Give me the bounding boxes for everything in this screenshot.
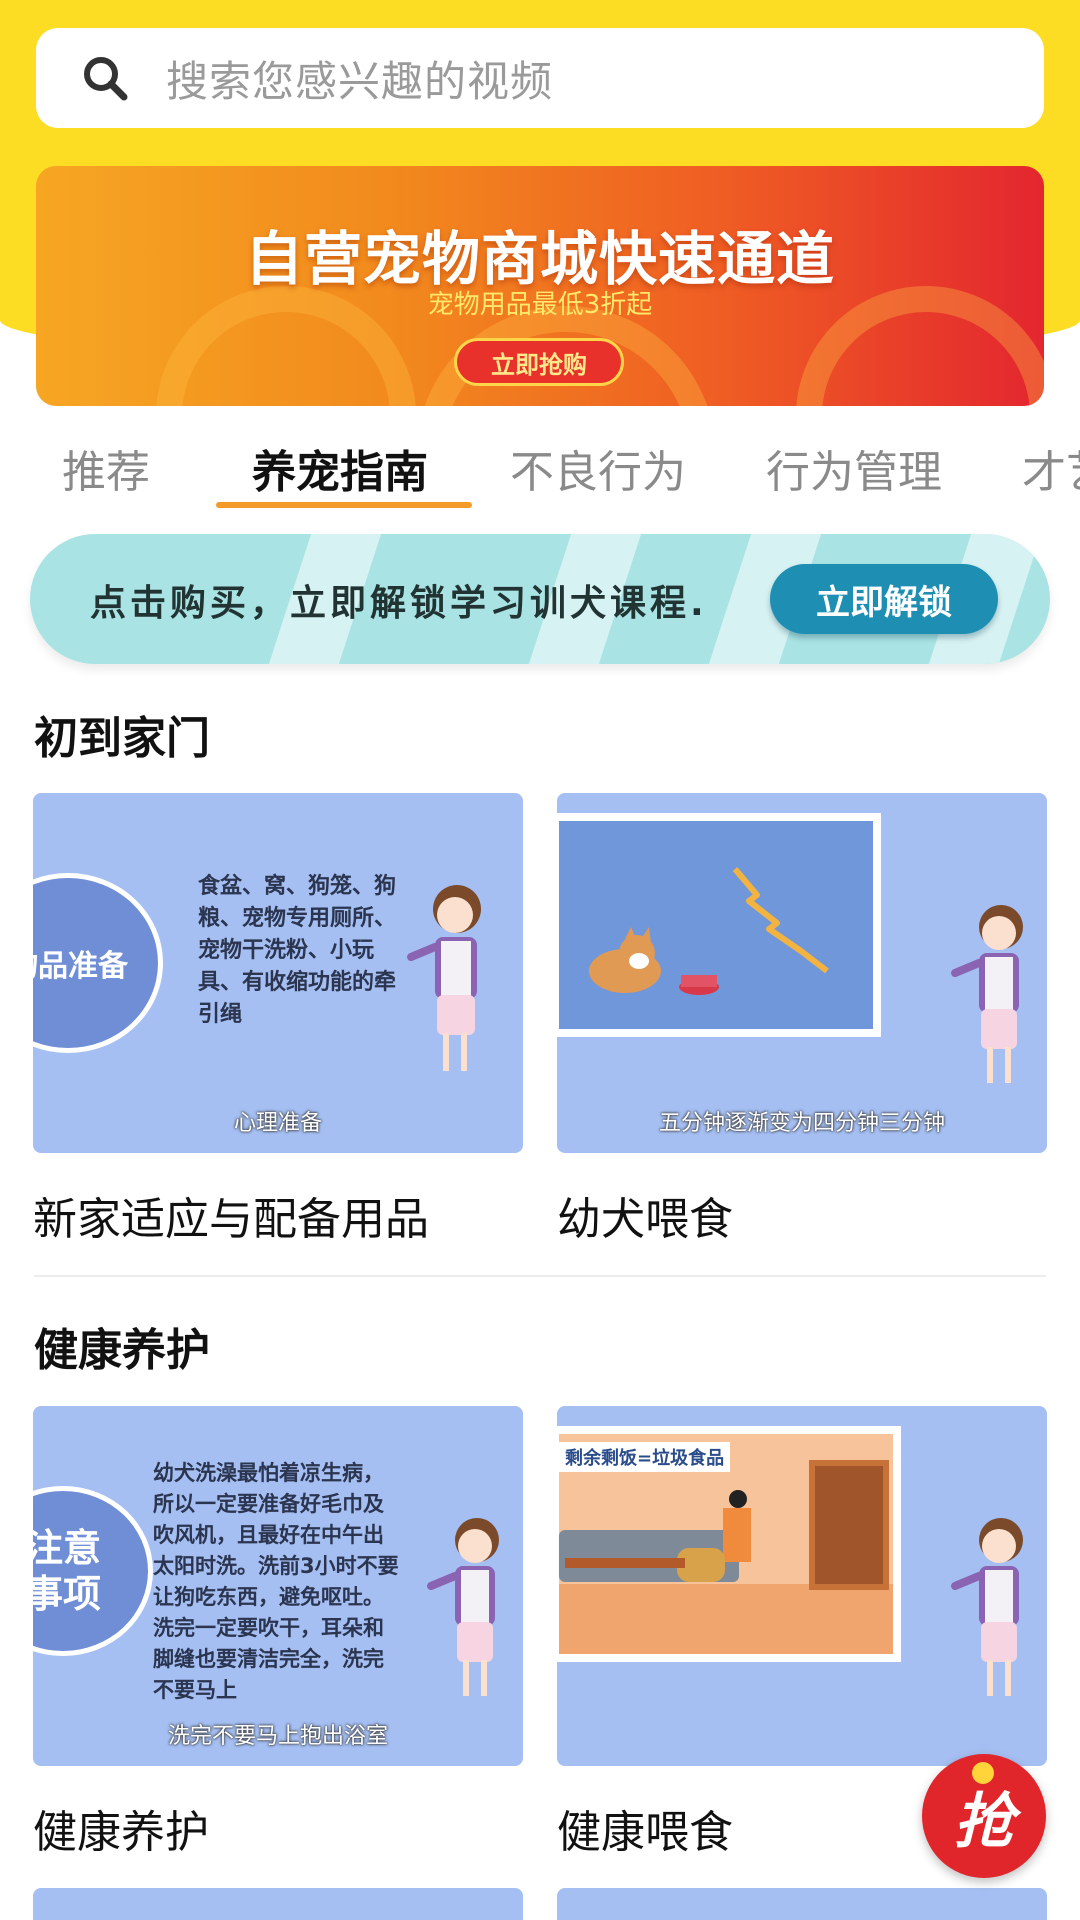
teacher-illustration xyxy=(427,1518,499,1696)
flash-sale-button[interactable]: 抢 xyxy=(922,1754,1046,1878)
teacher-illustration xyxy=(407,885,481,1071)
unlock-button[interactable]: 立即解锁 xyxy=(770,564,998,634)
video-thumbnail[interactable]: 物品准备 食盆、窝、狗笼、狗粮、宠物专用厕所、宠物干洗粉、小玩具、有收缩功能的牵… xyxy=(33,793,523,1153)
video-title[interactable]: 幼犬喂食 xyxy=(557,1183,733,1247)
table xyxy=(565,1558,685,1568)
flash-sale-label: 抢 xyxy=(954,1786,1014,1857)
video-title[interactable]: 新家适应与配备用品 xyxy=(33,1183,429,1247)
topic-badge-line: 事项 xyxy=(33,1572,101,1616)
banner-buy-button[interactable]: 立即抢购 xyxy=(454,338,624,386)
video-card[interactable]: 剩余剩饭=垃圾食品 健康喂食 xyxy=(557,1406,1047,1858)
video-thumbnail[interactable]: 剩余剩饭=垃圾食品 xyxy=(557,1406,1047,1766)
tab-bad-behavior[interactable]: 不良行为 xyxy=(510,436,686,500)
video-thumbnail[interactable]: 五分钟逐渐变为四分钟三分钟 xyxy=(557,793,1047,1153)
topic-badge-line: 注意 xyxy=(33,1526,101,1570)
thumbnail-caption: 心理准备 xyxy=(233,1111,322,1136)
category-tabs: 推荐 养宠指南 不良行为 行为管理 才艺 xyxy=(0,420,1080,510)
banner-subtitle: 宠物用品最低3折起 xyxy=(427,290,653,320)
thumbnail-text: 幼犬洗澡最怕着凉生病，所以一定要准备好毛巾及吹风机，且最好在中午出太阳时洗。洗前… xyxy=(153,1461,399,1702)
video-title[interactable]: 健康养护 xyxy=(33,1796,209,1860)
search-placeholder: 搜索您感兴趣的视频 xyxy=(166,56,554,106)
section-divider xyxy=(34,1275,1046,1277)
puppy-illustration xyxy=(589,927,719,995)
wardrobe xyxy=(809,1460,889,1590)
video-thumbnail-partial[interactable] xyxy=(557,1888,1047,1920)
unlock-course-banner[interactable]: 点击购买，立即解锁学习训犬课程. 立即解锁 xyxy=(30,534,1050,664)
person-body xyxy=(723,1508,751,1562)
thumbnail-caption: 洗完不要马上抱出浴室 xyxy=(167,1724,388,1749)
video-card[interactable]: 物品准备 食盆、窝、狗笼、狗粮、宠物专用厕所、宠物干洗粉、小玩具、有收缩功能的牵… xyxy=(33,793,523,1245)
thumbnail-sign: 剩余剩饭=垃圾食品 xyxy=(559,1442,731,1472)
video-frame: 剩余剩饭=垃圾食品 xyxy=(557,1426,901,1662)
video-title[interactable]: 健康喂食 xyxy=(557,1796,733,1860)
tab-talent[interactable]: 才艺 xyxy=(1022,436,1080,500)
thumbnail-text: 食盆、窝、狗笼、狗粮、宠物专用厕所、宠物干洗粉、小玩具、有收缩功能的牵引绳 xyxy=(198,874,397,1027)
teacher-illustration xyxy=(951,1518,1023,1696)
lightning-illustration xyxy=(732,867,829,974)
person-head xyxy=(729,1490,747,1508)
coin-icon xyxy=(972,1762,994,1784)
tab-recommend[interactable]: 推荐 xyxy=(62,436,150,500)
tab-pet-guide[interactable]: 养宠指南 xyxy=(252,436,428,500)
video-thumbnail-partial[interactable] xyxy=(33,1888,523,1920)
video-card[interactable]: 五分钟逐渐变为四分钟三分钟 幼犬喂食 xyxy=(557,793,1047,1245)
search-icon xyxy=(84,57,128,101)
topic-badge: 物品准备 xyxy=(33,873,163,1053)
topic-badge: 注意 事项 xyxy=(33,1486,153,1656)
video-thumbnail[interactable]: 注意 事项 幼犬洗澡最怕着凉生病，所以一定要准备好毛巾及吹风机，且最好在中午出太… xyxy=(33,1406,523,1766)
unlock-text: 点击购买，立即解锁学习训犬课程. xyxy=(90,583,708,624)
active-tab-indicator xyxy=(216,502,472,508)
section-title: 健康养护 xyxy=(34,1325,210,1376)
search-bar[interactable]: 搜索您感兴趣的视频 xyxy=(36,28,1044,128)
teacher-illustration xyxy=(951,905,1023,1083)
promo-banner[interactable]: 自营宠物商城快速通道 宠物用品最低3折起 立即抢购 xyxy=(36,166,1044,406)
section-title: 初到家门 xyxy=(34,713,210,764)
video-card[interactable]: 注意 事项 幼犬洗澡最怕着凉生病，所以一定要准备好毛巾及吹风机，且最好在中午出太… xyxy=(33,1406,523,1858)
tab-behavior-management[interactable]: 行为管理 xyxy=(766,436,942,500)
thumbnail-caption: 五分钟逐渐变为四分钟三分钟 xyxy=(658,1111,945,1136)
